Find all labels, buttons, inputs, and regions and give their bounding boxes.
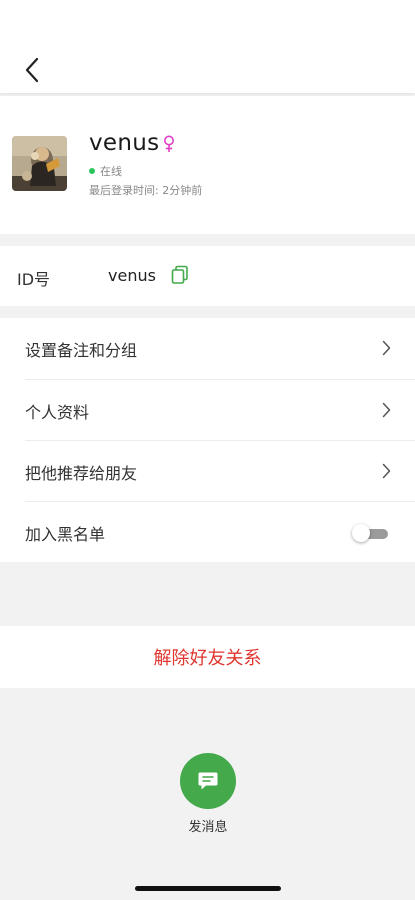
menu-item-label: 加入黑名单	[25, 524, 106, 544]
last-login-text: 最后登录时间: 2分钟前	[89, 184, 203, 197]
chevron-left-icon	[25, 57, 39, 83]
chevron-right-icon	[382, 402, 391, 418]
menu-item-label: 个人资料	[25, 402, 90, 422]
chevron-right-icon	[382, 463, 391, 479]
status-text: 在线	[100, 165, 122, 178]
avatar-photo	[12, 136, 67, 191]
menu-item-blacklist: 加入黑名单	[0, 502, 415, 563]
menu-item-label: 设置备注和分组	[25, 340, 138, 360]
toggle-knob	[352, 524, 370, 542]
top-nav-bar	[0, 0, 415, 93]
name-row: venus	[89, 130, 175, 156]
online-dot-icon	[89, 168, 95, 174]
id-value: venus	[108, 266, 156, 285]
chevron-right-icon	[382, 340, 391, 356]
blacklist-toggle[interactable]	[352, 524, 388, 542]
copy-icon[interactable]	[171, 265, 189, 285]
id-section: ID号 venus	[0, 246, 415, 306]
send-message-button[interactable]: 发消息	[175, 753, 241, 835]
unfriend-button[interactable]: 解除好友关系	[0, 626, 415, 688]
menu-item-label: 把他推荐给朋友	[25, 463, 138, 483]
menu-item-profile[interactable]: 个人资料	[0, 380, 415, 441]
unfriend-label: 解除好友关系	[153, 648, 262, 669]
chat-bubble-icon	[198, 772, 218, 790]
female-icon	[164, 135, 175, 152]
menu-item-recommend[interactable]: 把他推荐给朋友	[0, 441, 415, 502]
online-status: 在线	[89, 163, 122, 179]
profile-card: venus 在线 最后登录时间: 2分钟前	[0, 96, 415, 234]
id-label: ID号	[17, 270, 51, 289]
send-message-circle	[180, 753, 236, 809]
send-message-label: 发消息	[188, 820, 228, 835]
back-button[interactable]	[14, 52, 50, 88]
home-indicator	[135, 886, 281, 891]
menu-item-remark-group[interactable]: 设置备注和分组	[0, 318, 415, 379]
settings-menu: 设置备注和分组 个人资料 把他推荐给朋友 加入黑名单	[0, 318, 415, 562]
avatar[interactable]	[12, 136, 67, 191]
profile-name: venus	[89, 130, 160, 156]
